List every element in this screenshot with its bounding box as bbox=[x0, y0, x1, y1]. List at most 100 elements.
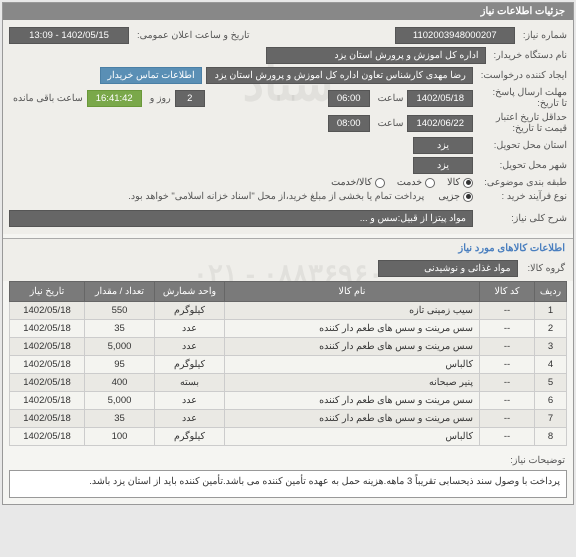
buytype-label: نوع فرآیند خرید : bbox=[477, 191, 567, 202]
row-buyer: نام دستگاه خریدار: اداره کل اموزش و پرور… bbox=[9, 47, 567, 64]
cell-date: 1402/05/18 bbox=[10, 338, 85, 356]
cell-code: -- bbox=[480, 320, 535, 338]
cell-row: 4 bbox=[535, 356, 567, 374]
credit-time-label: ساعت bbox=[374, 118, 404, 129]
th-code: کد کالا bbox=[480, 282, 535, 302]
radio-goods-service[interactable]: کالا/خدمت bbox=[331, 177, 385, 188]
row-category: طبقه بندی موضوعی: کالا خدمت کالا/خدمت bbox=[9, 177, 567, 188]
cell-date: 1402/05/18 bbox=[10, 374, 85, 392]
th-qty: تعداد / مقدار bbox=[85, 282, 155, 302]
credit-date: 1402/06/22 bbox=[407, 115, 473, 132]
cell-code: -- bbox=[480, 338, 535, 356]
cell-qty: 5,000 bbox=[85, 392, 155, 410]
cell-qty: 35 bbox=[85, 410, 155, 428]
radio-service[interactable]: خدمت bbox=[397, 177, 435, 188]
province-label: استان محل تحویل: bbox=[477, 140, 567, 151]
cell-date: 1402/05/18 bbox=[10, 410, 85, 428]
cell-qty: 5,000 bbox=[85, 338, 155, 356]
radio-dot-icon bbox=[375, 178, 385, 188]
th-date: تاریخ نیاز bbox=[10, 282, 85, 302]
table-header-row: ردیف کد کالا نام کالا واحد شمارش تعداد /… bbox=[10, 282, 567, 302]
need-desc-value: مواد پیتزا از قبیل:سس و ... bbox=[9, 210, 473, 227]
row-notes-label: توضیحات نیاز: bbox=[3, 449, 573, 466]
category-label: طبقه بندی موضوعی: bbox=[477, 177, 567, 188]
announce-value: 1402/05/15 - 13:09 bbox=[9, 27, 129, 44]
table-row[interactable]: 4--کالباسکیلوگرم951402/05/18 bbox=[10, 356, 567, 374]
th-unit: واحد شمارش bbox=[155, 282, 225, 302]
province-value: یزد bbox=[413, 137, 473, 154]
cell-name: کالباس bbox=[225, 428, 480, 446]
deadline-time: 06:00 bbox=[328, 90, 370, 107]
row-province: استان محل تحویل: یزد bbox=[9, 137, 567, 154]
deadline-label: مهلت ارسال پاسخ: تا تاریخ: bbox=[477, 87, 567, 109]
cell-date: 1402/05/18 bbox=[10, 428, 85, 446]
cell-code: -- bbox=[480, 374, 535, 392]
cell-code: -- bbox=[480, 356, 535, 374]
cell-code: -- bbox=[480, 392, 535, 410]
radio-dot-icon bbox=[425, 178, 435, 188]
cell-unit: کیلوگرم bbox=[155, 356, 225, 374]
cell-code: -- bbox=[480, 410, 535, 428]
requester-value: رضا مهدی کارشناس تعاون اداره کل اموزش و … bbox=[206, 67, 473, 84]
credit-label: حداقل تاریخ اعتبار قیمت تا تاریخ: bbox=[477, 112, 567, 134]
th-row: ردیف bbox=[535, 282, 567, 302]
cell-unit: عدد bbox=[155, 410, 225, 428]
group-label: گروه کالا: bbox=[524, 263, 565, 274]
days-count: 2 bbox=[175, 90, 205, 107]
city-label: شهر محل تحویل: bbox=[477, 160, 567, 171]
radio-partial[interactable]: جزیی bbox=[438, 191, 473, 202]
category-radios: کالا خدمت کالا/خدمت bbox=[331, 177, 473, 188]
credit-time: 08:00 bbox=[328, 115, 370, 132]
cell-date: 1402/05/18 bbox=[10, 302, 85, 320]
table-row[interactable]: 6--سس مرینت و سس های طعم دار کنندهعدد5,0… bbox=[10, 392, 567, 410]
table-row[interactable]: 2--سس مرینت و سس های طعم دار کنندهعدد351… bbox=[10, 320, 567, 338]
table-row[interactable]: 3--سس مرینت و سس های طعم دار کنندهعدد5,0… bbox=[10, 338, 567, 356]
cell-unit: عدد bbox=[155, 392, 225, 410]
need-no-value: 1102003948000207 bbox=[395, 27, 515, 44]
table-row[interactable]: 1--سیب زمینی تازهکیلوگرم5501402/05/18 bbox=[10, 302, 567, 320]
remaining-label: ساعت باقی مانده bbox=[9, 93, 83, 104]
notes-label: توضیحات نیاز: bbox=[506, 455, 565, 466]
cell-row: 5 bbox=[535, 374, 567, 392]
need-desc-label: شرح کلی نیاز: bbox=[477, 213, 567, 224]
contact-link[interactable]: اطلاعات تماس خریدار bbox=[100, 67, 201, 84]
cell-row: 6 bbox=[535, 392, 567, 410]
cell-row: 1 bbox=[535, 302, 567, 320]
buyer-value: اداره کل اموزش و پرورش استان یزد bbox=[266, 47, 486, 64]
cell-row: 8 bbox=[535, 428, 567, 446]
details-panel: جزئیات اطلاعات نیاز ستاد شماره نیاز: 110… bbox=[2, 2, 574, 505]
panel-title: جزئیات اطلاعات نیاز bbox=[3, 3, 573, 20]
buyer-label: نام دستگاه خریدار: bbox=[490, 50, 568, 61]
items-table: ردیف کد کالا نام کالا واحد شمارش تعداد /… bbox=[9, 281, 567, 446]
cell-unit: عدد bbox=[155, 320, 225, 338]
row-buytype: نوع فرآیند خرید : جزیی پرداخت تمام یا بخ… bbox=[9, 191, 567, 202]
cell-code: -- bbox=[480, 428, 535, 446]
cell-qty: 100 bbox=[85, 428, 155, 446]
need-no-label: شماره نیاز: bbox=[519, 30, 567, 41]
cell-unit: کیلوگرم bbox=[155, 428, 225, 446]
cell-qty: 550 bbox=[85, 302, 155, 320]
cell-name: پنیر صبحانه bbox=[225, 374, 480, 392]
table-row[interactable]: 5--پنیر صبحانهبسته4001402/05/18 bbox=[10, 374, 567, 392]
cell-name: سس مرینت و سس های طعم دار کننده bbox=[225, 320, 480, 338]
cell-name: سس مرینت و سس های طعم دار کننده bbox=[225, 338, 480, 356]
deadline-time-label: ساعت bbox=[374, 93, 404, 104]
requester-label: ایجاد کننده درخواست: bbox=[477, 70, 567, 81]
panel-body: ستاد شماره نیاز: 1102003948000207 تاریخ … bbox=[3, 20, 573, 234]
row-requester: ایجاد کننده درخواست: رضا مهدی کارشناس تع… bbox=[9, 67, 567, 84]
cell-name: سس مرینت و سس های طعم دار کننده bbox=[225, 392, 480, 410]
radio-goods[interactable]: کالا bbox=[447, 177, 473, 188]
cell-date: 1402/05/18 bbox=[10, 392, 85, 410]
cell-name: کالباس bbox=[225, 356, 480, 374]
row-deadline: مهلت ارسال پاسخ: تا تاریخ: 1402/05/18 سا… bbox=[9, 87, 567, 109]
table-row[interactable]: 8--کالباسکیلوگرم1001402/05/18 bbox=[10, 428, 567, 446]
row-need-desc: شرح کلی نیاز: مواد پیتزا از قبیل:سس و ..… bbox=[9, 210, 567, 227]
row-city: شهر محل تحویل: یزد bbox=[9, 157, 567, 174]
city-value: یزد bbox=[413, 157, 473, 174]
table-row[interactable]: 7--سس مرینت و سس های طعم دار کنندهعدد351… bbox=[10, 410, 567, 428]
cell-qty: 35 bbox=[85, 320, 155, 338]
announce-label: تاریخ و ساعت اعلان عمومی: bbox=[133, 30, 250, 41]
cell-unit: بسته bbox=[155, 374, 225, 392]
remaining-time: 16:41:42 bbox=[87, 90, 142, 107]
th-name: نام کالا bbox=[225, 282, 480, 302]
